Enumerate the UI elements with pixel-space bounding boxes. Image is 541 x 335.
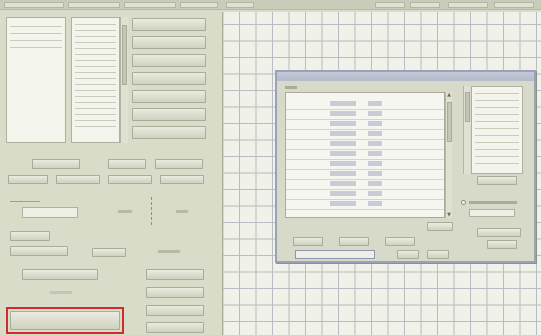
toolbar-item[interactable] — [448, 2, 488, 8]
scroll-down-icon[interactable]: ▼ — [446, 212, 452, 218]
confirm-button[interactable] — [92, 248, 126, 257]
toolbar-item[interactable] — [375, 2, 405, 8]
list-clear-button[interactable] — [155, 159, 203, 169]
parameter-input[interactable] — [22, 207, 78, 218]
option-button-2[interactable] — [56, 175, 100, 184]
control-panel — [0, 11, 221, 335]
dialog-side-button-2[interactable] — [487, 240, 517, 249]
settings-button[interactable] — [10, 246, 68, 256]
scroll-up-icon[interactable]: ▲ — [446, 92, 452, 98]
toolbar-item[interactable] — [68, 2, 120, 8]
dialog-side-button-1[interactable] — [477, 228, 521, 237]
toolbar-item[interactable] — [494, 2, 534, 8]
action-button-6[interactable] — [132, 108, 206, 121]
side-button-1[interactable] — [146, 269, 204, 280]
scroll-thumb[interactable] — [465, 92, 470, 122]
toolbar-item[interactable] — [410, 2, 440, 8]
data-table[interactable] — [285, 92, 445, 218]
action-button-2[interactable] — [132, 36, 206, 49]
status-text — [158, 250, 180, 253]
list-scrollbar[interactable] — [120, 17, 128, 143]
action-button-1[interactable] — [132, 18, 206, 31]
scroll-thumb[interactable] — [447, 102, 452, 142]
dialog-ok-button[interactable] — [397, 250, 419, 259]
list-box-left[interactable] — [6, 17, 66, 143]
side-button-4[interactable] — [146, 322, 204, 333]
table-scrollbar[interactable]: ▲ ▼ — [445, 92, 452, 218]
parameter-label — [10, 197, 40, 202]
dialog-button-1[interactable] — [293, 237, 323, 246]
config-caption — [50, 291, 72, 294]
dialog-button-4[interactable] — [427, 222, 453, 231]
dialog-cancel-button[interactable] — [427, 250, 449, 259]
toolbar-item[interactable] — [180, 2, 218, 8]
dialog-input[interactable] — [295, 250, 375, 259]
list-remove-button[interactable] — [108, 159, 146, 169]
option-button-3[interactable] — [108, 175, 152, 184]
dialog-title-bar — [277, 72, 534, 81]
action-button-4[interactable] — [132, 72, 206, 85]
dialog-button-3[interactable] — [385, 237, 415, 246]
parameter-unit — [118, 210, 132, 213]
action-button-5[interactable] — [132, 90, 206, 103]
toolbar-item[interactable] — [226, 2, 254, 8]
toolbar-item[interactable] — [4, 2, 64, 8]
action-button-3[interactable] — [132, 54, 206, 67]
side-button-2[interactable] — [146, 287, 204, 298]
toolbar-item[interactable] — [124, 2, 176, 8]
dialog-window: ▲ ▼ — [275, 70, 536, 263]
option-label — [469, 201, 517, 204]
side-scrollbar[interactable] — [463, 86, 470, 174]
side-button-3[interactable] — [146, 305, 204, 316]
dialog-label — [285, 86, 297, 89]
load-config-button[interactable] — [22, 269, 98, 280]
option-radio[interactable] — [461, 200, 466, 205]
top-toolbar — [0, 0, 541, 10]
scroll-thumb[interactable] — [122, 25, 127, 85]
list-add-button[interactable] — [32, 159, 80, 169]
apply-button[interactable] — [10, 231, 50, 241]
highlight-box — [6, 307, 124, 334]
action-button-7[interactable] — [132, 126, 206, 139]
side-list[interactable] — [471, 86, 523, 174]
option-field[interactable] — [469, 209, 515, 217]
table-row[interactable] — [286, 199, 444, 210]
divider — [151, 197, 155, 225]
option-button-1[interactable] — [8, 175, 48, 184]
side-list-button[interactable] — [477, 176, 517, 185]
dialog-button-2[interactable] — [339, 237, 369, 246]
parameter-value — [176, 210, 188, 213]
option-button-4[interactable] — [160, 175, 204, 184]
list-box-middle[interactable] — [71, 17, 120, 143]
